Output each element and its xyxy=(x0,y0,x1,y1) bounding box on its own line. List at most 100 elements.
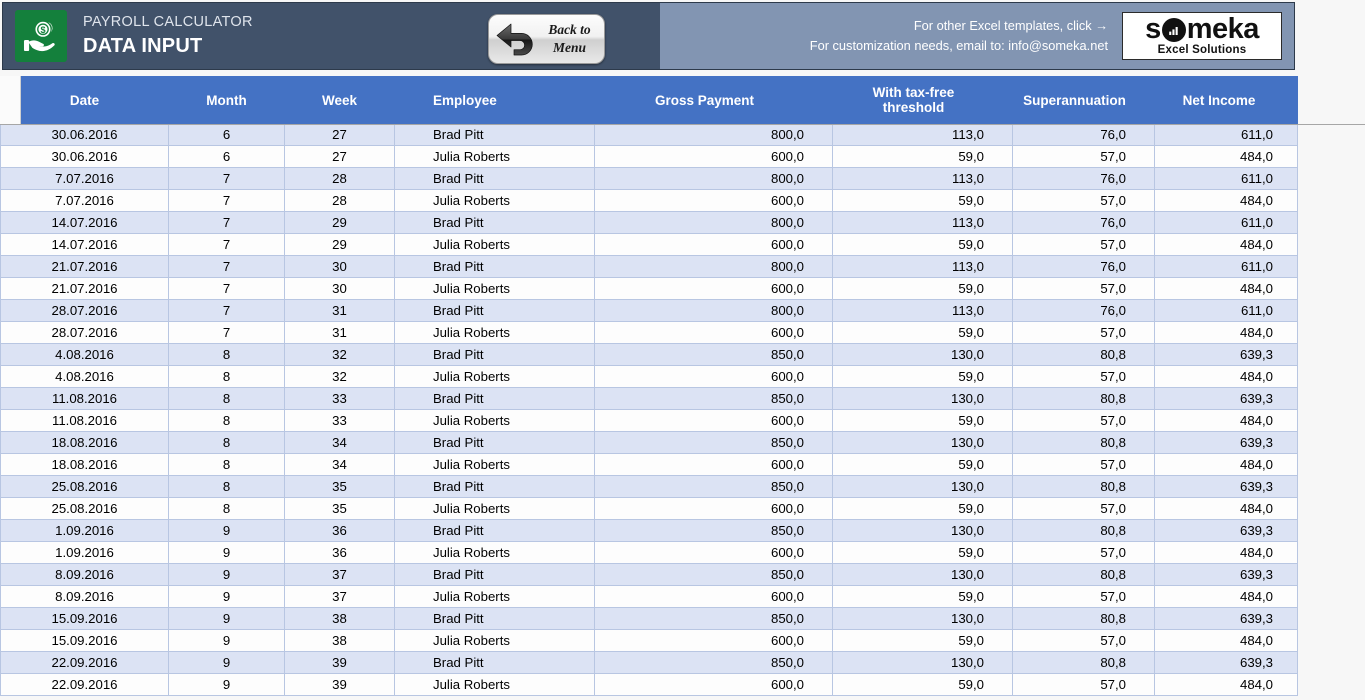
table-row[interactable]: 25.08.2016 8 35 Brad Pitt 850,0 130,0 80,8 639,… xyxy=(0,475,1298,498)
cell-month[interactable]: 8 xyxy=(168,431,285,454)
cell-net-income[interactable]: 611,0 xyxy=(1154,123,1298,146)
cell-gross-payment[interactable]: 800,0 xyxy=(594,211,833,234)
column-header-superannuation[interactable]: Superannuation xyxy=(1012,76,1155,124)
cell-employee[interactable]: Brad Pitt xyxy=(394,475,595,498)
cell-tax-free-threshold[interactable]: 59,0 xyxy=(832,629,1013,652)
cell-employee[interactable]: Brad Pitt xyxy=(394,167,595,190)
cell-net-income[interactable]: 639,3 xyxy=(1154,475,1298,498)
table-row[interactable]: 30.06.2016 6 27 Julia Roberts 600,0 59,0 57,0 4… xyxy=(0,145,1298,168)
cell-month[interactable]: 9 xyxy=(168,629,285,652)
cell-employee[interactable]: Brad Pitt xyxy=(394,431,595,454)
table-row[interactable]: 25.08.2016 8 35 Julia Roberts 600,0 59,0 57,0 4… xyxy=(0,497,1298,520)
cell-superannuation[interactable]: 76,0 xyxy=(1012,299,1155,322)
table-row[interactable]: 7.07.2016 7 28 Julia Roberts 600,0 59,0 57,0 48… xyxy=(0,189,1298,212)
cell-superannuation[interactable]: 57,0 xyxy=(1012,673,1155,696)
cell-employee[interactable]: Julia Roberts xyxy=(394,233,595,256)
cell-month[interactable]: 6 xyxy=(168,123,285,146)
cell-month[interactable]: 7 xyxy=(168,321,285,344)
cell-gross-payment[interactable]: 600,0 xyxy=(594,189,833,212)
cell-employee[interactable]: Julia Roberts xyxy=(394,145,595,168)
cell-date[interactable]: 18.08.2016 xyxy=(0,431,169,454)
cell-net-income[interactable]: 484,0 xyxy=(1154,321,1298,344)
cell-employee[interactable]: Julia Roberts xyxy=(394,585,595,608)
cell-net-income[interactable]: 639,3 xyxy=(1154,343,1298,366)
cell-net-income[interactable]: 484,0 xyxy=(1154,541,1298,564)
cell-gross-payment[interactable]: 850,0 xyxy=(594,431,833,454)
cell-tax-free-threshold[interactable]: 59,0 xyxy=(832,541,1013,564)
cell-net-income[interactable]: 639,3 xyxy=(1154,563,1298,586)
cell-week[interactable]: 35 xyxy=(284,475,395,498)
cell-tax-free-threshold[interactable]: 59,0 xyxy=(832,277,1013,300)
cell-week[interactable]: 30 xyxy=(284,255,395,278)
table-row[interactable]: 21.07.2016 7 30 Brad Pitt 800,0 113,0 76,0 611,… xyxy=(0,255,1298,278)
cell-tax-free-threshold[interactable]: 130,0 xyxy=(832,563,1013,586)
cell-tax-free-threshold[interactable]: 113,0 xyxy=(832,255,1013,278)
cell-month[interactable]: 7 xyxy=(168,277,285,300)
column-header-date[interactable]: Date xyxy=(0,76,169,124)
cell-tax-free-threshold[interactable]: 59,0 xyxy=(832,321,1013,344)
cell-month[interactable]: 8 xyxy=(168,453,285,476)
cell-week[interactable]: 36 xyxy=(284,519,395,542)
table-row[interactable]: 14.07.2016 7 29 Julia Roberts 600,0 59,0 57,0 4… xyxy=(0,233,1298,256)
column-header-month[interactable]: Month xyxy=(168,76,285,124)
cell-gross-payment[interactable]: 600,0 xyxy=(594,233,833,256)
cell-superannuation[interactable]: 80,8 xyxy=(1012,519,1155,542)
cell-gross-payment[interactable]: 850,0 xyxy=(594,607,833,630)
column-header-tax-free-threshold[interactable]: With tax-free threshold xyxy=(832,76,1013,124)
cell-week[interactable]: 32 xyxy=(284,365,395,388)
cell-employee[interactable]: Brad Pitt xyxy=(394,123,595,146)
cell-date[interactable]: 4.08.2016 xyxy=(0,343,169,366)
cell-net-income[interactable]: 639,3 xyxy=(1154,387,1298,410)
cell-gross-payment[interactable]: 600,0 xyxy=(594,277,833,300)
cell-employee[interactable]: Julia Roberts xyxy=(394,541,595,564)
cell-employee[interactable]: Julia Roberts xyxy=(394,189,595,212)
cell-month[interactable]: 8 xyxy=(168,343,285,366)
cell-net-income[interactable]: 484,0 xyxy=(1154,629,1298,652)
promo-line-2[interactable]: For customization needs, email to: info@… xyxy=(810,36,1108,56)
cell-date[interactable]: 21.07.2016 xyxy=(0,277,169,300)
promo-line-1[interactable]: For other Excel templates, click → xyxy=(810,16,1108,36)
cell-net-income[interactable]: 639,3 xyxy=(1154,651,1298,674)
cell-date[interactable]: 15.09.2016 xyxy=(0,629,169,652)
cell-tax-free-threshold[interactable]: 130,0 xyxy=(832,343,1013,366)
cell-superannuation[interactable]: 80,8 xyxy=(1012,651,1155,674)
cell-month[interactable]: 9 xyxy=(168,673,285,696)
cell-employee[interactable]: Julia Roberts xyxy=(394,321,595,344)
cell-tax-free-threshold[interactable]: 59,0 xyxy=(832,233,1013,256)
cell-employee[interactable]: Julia Roberts xyxy=(394,277,595,300)
cell-week[interactable]: 30 xyxy=(284,277,395,300)
cell-employee[interactable]: Brad Pitt xyxy=(394,299,595,322)
cell-net-income[interactable]: 484,0 xyxy=(1154,497,1298,520)
cell-employee[interactable]: Brad Pitt xyxy=(394,607,595,630)
cell-tax-free-threshold[interactable]: 59,0 xyxy=(832,585,1013,608)
cell-net-income[interactable]: 484,0 xyxy=(1154,585,1298,608)
table-row[interactable]: 4.08.2016 8 32 Julia Roberts 600,0 59,0 57,0 48… xyxy=(0,365,1298,388)
table-row[interactable]: 21.07.2016 7 30 Julia Roberts 600,0 59,0 57,0 4… xyxy=(0,277,1298,300)
cell-week[interactable]: 35 xyxy=(284,497,395,520)
cell-date[interactable]: 30.06.2016 xyxy=(0,145,169,168)
cell-tax-free-threshold[interactable]: 59,0 xyxy=(832,145,1013,168)
cell-superannuation[interactable]: 57,0 xyxy=(1012,497,1155,520)
cell-gross-payment[interactable]: 850,0 xyxy=(594,343,833,366)
cell-net-income[interactable]: 639,3 xyxy=(1154,431,1298,454)
cell-gross-payment[interactable]: 800,0 xyxy=(594,299,833,322)
cell-superannuation[interactable]: 80,8 xyxy=(1012,563,1155,586)
cell-gross-payment[interactable]: 600,0 xyxy=(594,629,833,652)
cell-net-income[interactable]: 639,3 xyxy=(1154,519,1298,542)
cell-gross-payment[interactable]: 600,0 xyxy=(594,321,833,344)
table-row[interactable]: 22.09.2016 9 39 Julia Roberts 600,0 59,0 57,0 4… xyxy=(0,673,1298,696)
cell-net-income[interactable]: 639,3 xyxy=(1154,607,1298,630)
cell-week[interactable]: 33 xyxy=(284,387,395,410)
cell-tax-free-threshold[interactable]: 113,0 xyxy=(832,211,1013,234)
cell-month[interactable]: 8 xyxy=(168,365,285,388)
cell-date[interactable]: 14.07.2016 xyxy=(0,211,169,234)
cell-superannuation[interactable]: 57,0 xyxy=(1012,145,1155,168)
cell-net-income[interactable]: 484,0 xyxy=(1154,233,1298,256)
cell-gross-payment[interactable]: 600,0 xyxy=(594,453,833,476)
cell-net-income[interactable]: 484,0 xyxy=(1154,409,1298,432)
cell-superannuation[interactable]: 76,0 xyxy=(1012,211,1155,234)
cell-month[interactable]: 7 xyxy=(168,299,285,322)
cell-week[interactable]: 31 xyxy=(284,299,395,322)
cell-week[interactable]: 39 xyxy=(284,673,395,696)
table-row[interactable]: 28.07.2016 7 31 Brad Pitt 800,0 113,0 76,0 611,… xyxy=(0,299,1298,322)
